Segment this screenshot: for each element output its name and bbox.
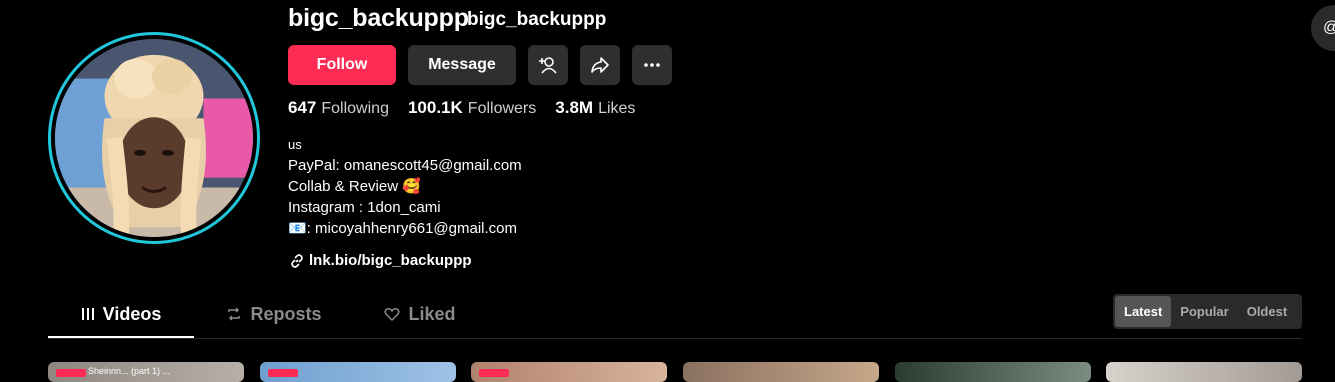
followers-stat[interactable]: 100.1K Followers [408, 98, 536, 118]
message-button[interactable]: Message [408, 45, 516, 85]
share-button[interactable] [580, 45, 620, 85]
bio-link-text: lnk.bio/bigc_backuppp [309, 252, 472, 269]
bio-line: PayPal: omanescott45@gmail.com [288, 157, 522, 174]
add-user-icon [539, 57, 557, 74]
likes-stat: 3.8M Likes [555, 98, 635, 118]
likes-label: Likes [598, 100, 636, 117]
video-thumbnail[interactable] [895, 362, 1091, 382]
bio-line: 📧: micoyahhenry661@gmail.com [288, 220, 517, 237]
more-icon [644, 63, 660, 67]
bio-link[interactable]: lnk.bio/bigc_backuppp [289, 252, 472, 269]
following-label: Following [321, 100, 389, 117]
pinned-badge [479, 369, 509, 377]
video-thumbnail[interactable] [471, 362, 667, 382]
add-friend-button[interactable] [528, 45, 568, 85]
pinned-badge [56, 369, 86, 377]
bio-line: Instagram : 1don_cami [288, 199, 441, 216]
username: bigc_backuppp [288, 4, 469, 32]
floating-action-button[interactable]: @ [1311, 5, 1335, 51]
sort-oldest[interactable]: Oldest [1238, 296, 1296, 327]
followers-count: 100.1K [407, 98, 463, 117]
tab-liked[interactable]: Liked [380, 292, 460, 336]
bio: us PayPal: omanescott45@gmail.com Collab… [288, 134, 522, 239]
tab-videos-label: Videos [102, 303, 162, 324]
sort-popular[interactable]: Popular [1171, 296, 1237, 327]
share-icon [591, 57, 609, 73]
at-icon: @ [1323, 19, 1335, 37]
video-thumbnail[interactable] [1106, 362, 1302, 382]
video-thumbnail[interactable]: Sheinnn... (part 1) ... [48, 362, 244, 382]
followers-label: Followers [467, 100, 537, 117]
bio-line: Collab & Review 🥰 [288, 178, 421, 195]
more-options-button[interactable] [632, 45, 672, 85]
follow-button[interactable]: Follow [288, 45, 396, 85]
nickname: bigc_backuppp [467, 9, 607, 30]
tab-reposts[interactable]: Reposts [224, 292, 324, 336]
avatar[interactable] [48, 32, 260, 244]
tab-liked-label: Liked [408, 303, 456, 324]
following-count: 647 [288, 98, 317, 117]
video-thumbnail[interactable] [260, 362, 456, 382]
video-thumbnail[interactable] [683, 362, 879, 382]
likes-count: 3.8M [555, 98, 594, 117]
grid-icon [81, 308, 94, 320]
following-stat[interactable]: 647 Following [288, 98, 389, 118]
sort-latest[interactable]: Latest [1115, 296, 1172, 327]
pinned-badge [268, 369, 298, 377]
sort-toggle: Latest Popular Oldest [1113, 294, 1302, 329]
tab-reposts-label: Reposts [250, 303, 322, 324]
link-icon [291, 253, 303, 268]
tab-videos[interactable]: Videos [48, 292, 194, 338]
repost-icon [228, 307, 241, 321]
bio-line: us [288, 137, 302, 152]
avatar-image [55, 39, 253, 237]
heart-lock-icon [384, 308, 401, 322]
profile-stats: 647 Following 100.1K Followers 3.8M Likes [288, 98, 635, 118]
video-caption: Sheinnn... (part 1) ... [88, 366, 171, 376]
